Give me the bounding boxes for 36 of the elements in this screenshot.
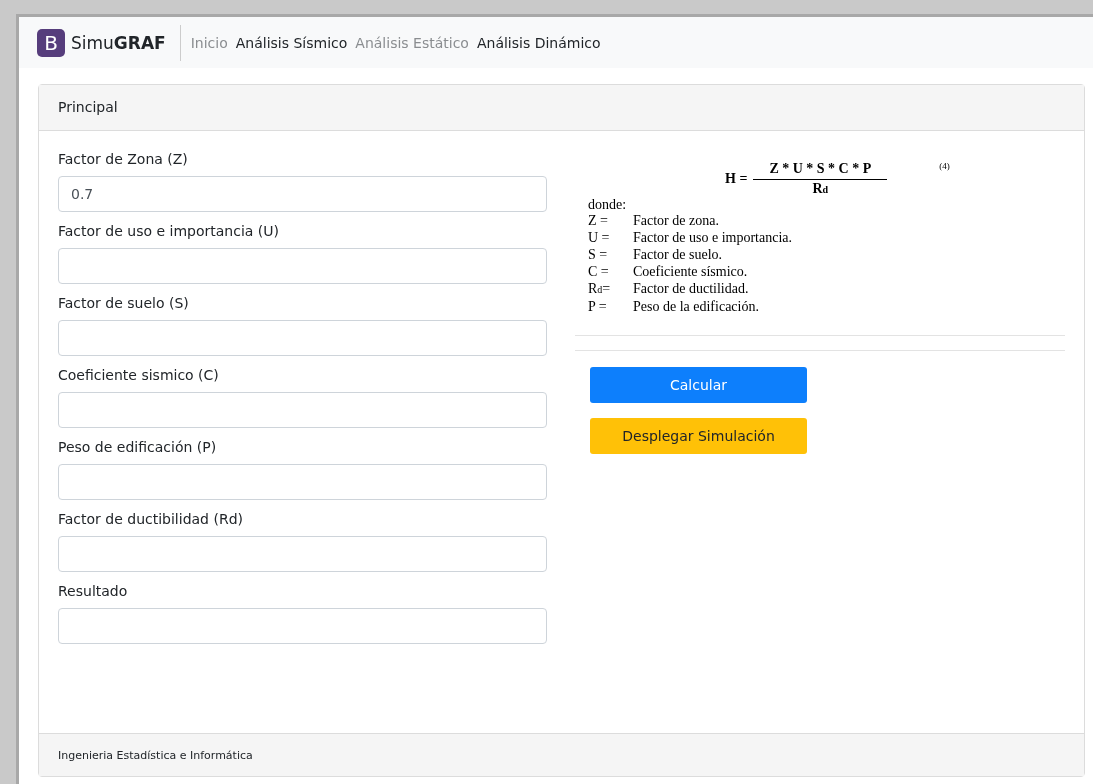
formula-symbol: S = — [588, 246, 609, 263]
formula-text: Factor de ductilidad. — [633, 280, 749, 298]
formula-text: Factor de uso e importancia. — [633, 229, 792, 246]
nav-link[interactable]: Análisis Sísmico — [235, 34, 348, 51]
formula-text: Coeficiente sísmico. — [633, 263, 748, 280]
input-field[interactable] — [58, 248, 547, 284]
input-field[interactable] — [58, 320, 547, 356]
formula-text: Factor de zona. — [633, 212, 719, 229]
brand-logo[interactable]: B SimuGRAF — [37, 28, 180, 57]
field-label: Resultado — [58, 583, 129, 599]
footer-text: Ingenieria Estadística e Informática — [58, 748, 253, 762]
field-label: Factor de Zona (Z) — [58, 151, 189, 167]
input-field[interactable] — [58, 608, 547, 644]
field-label: Factor de ductibilidad (Rd) — [58, 511, 244, 527]
formula-symbol: C = — [588, 263, 610, 280]
field-label: Coeficiente sismico (C) — [58, 367, 220, 383]
field-label: Peso de edificación (P) — [58, 439, 218, 455]
input-field[interactable]: 0.7 — [58, 176, 547, 212]
field-label: Factor de suelo (S) — [58, 295, 190, 311]
formula-symbol: P = — [588, 298, 608, 315]
formula-symbol: H = — [725, 171, 748, 187]
card-header-title: Principal — [58, 99, 118, 115]
formula-symbol: U = — [588, 229, 611, 246]
formula-text: Factor de suelo. — [633, 246, 723, 263]
input-field[interactable] — [58, 392, 547, 428]
nav-link[interactable]: Análisis Dinámico — [476, 34, 601, 51]
formula-symbol: Z = — [588, 212, 609, 229]
field-label: Factor de uso e importancia (U) — [58, 223, 280, 239]
calculate-button[interactable]: Calcular — [590, 367, 807, 403]
formula-numerator: Z * U * S * C * P — [753, 161, 888, 180]
input-field[interactable] — [58, 536, 547, 572]
input-field[interactable] — [58, 464, 547, 500]
equation-number: (4) — [939, 161, 950, 171]
formula-text: donde: — [588, 197, 628, 212]
formula-text: Peso de la edificación. — [633, 298, 759, 315]
simulation-button[interactable]: Desplegar Simulación — [590, 418, 807, 454]
